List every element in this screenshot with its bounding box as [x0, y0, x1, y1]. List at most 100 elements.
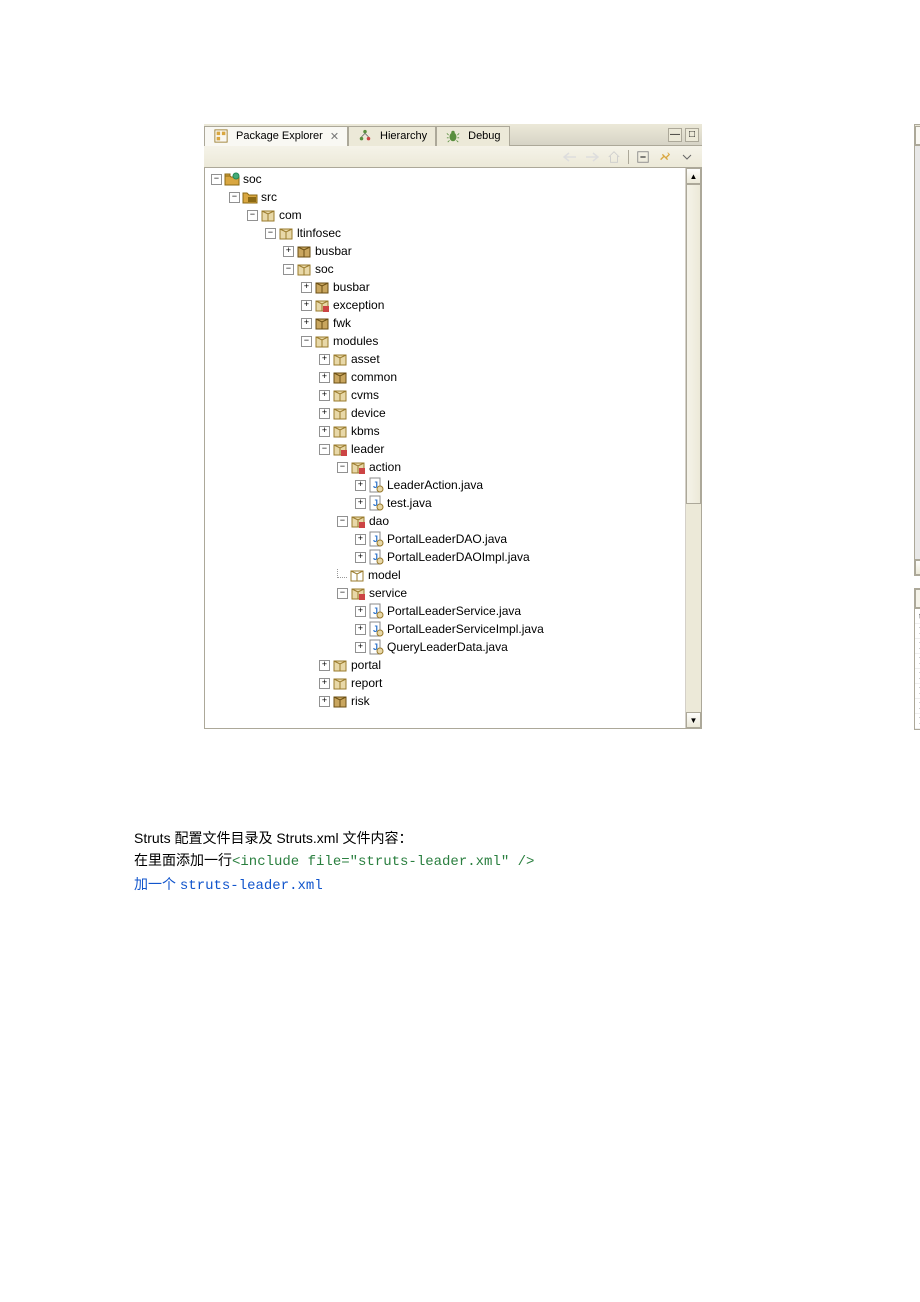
tree-node[interactable]: −ltinfosec: [205, 224, 685, 242]
back-button[interactable]: [560, 148, 580, 166]
expander-icon[interactable]: +: [301, 300, 312, 311]
minimize-button[interactable]: —: [668, 128, 682, 142]
tree-node[interactable]: +exception: [205, 296, 685, 314]
expander-icon[interactable]: +: [283, 246, 294, 257]
expander-icon[interactable]: +: [355, 498, 366, 509]
tab-debug[interactable]: Debug: [436, 126, 509, 146]
problems-content[interactable]: tomcat6ServeHibernatHibernatHibernatHibe…: [915, 609, 920, 729]
tree-node[interactable]: −modules: [205, 332, 685, 350]
expander-icon[interactable]: +: [355, 534, 366, 545]
expander-icon[interactable]: +: [319, 426, 330, 437]
expander-icon[interactable]: −: [229, 192, 240, 203]
tree-node[interactable]: +JPortalLeaderServiceImpl.java: [205, 620, 685, 638]
link-editor-button[interactable]: [655, 148, 675, 166]
tree-node[interactable]: +Jtest.java: [205, 494, 685, 512]
tree-node[interactable]: −soc: [205, 260, 685, 278]
tree-node[interactable]: +JLeaderAction.java: [205, 476, 685, 494]
tree-node[interactable]: +common: [205, 368, 685, 386]
horizontal-scrollbar[interactable]: ◀: [914, 560, 920, 576]
expander-icon[interactable]: +: [319, 372, 330, 383]
package-explorer-view: Package Explorer ✕ Hierarchy Debug — □: [204, 124, 702, 729]
editor-body[interactable]: ////////////////////////: [914, 146, 920, 560]
scroll-thumb[interactable]: [686, 184, 701, 504]
tree-node[interactable]: −service: [205, 584, 685, 602]
tree-node[interactable]: model: [205, 566, 685, 584]
expander-icon[interactable]: −: [301, 336, 312, 347]
problems-row[interactable]: Hibernat: [915, 699, 920, 714]
view-menu-button[interactable]: [677, 148, 697, 166]
tree-node[interactable]: +JPortalLeaderDAOImpl.java: [205, 548, 685, 566]
tree-node[interactable]: +cvms: [205, 386, 685, 404]
expander-icon[interactable]: +: [319, 408, 330, 419]
expander-icon[interactable]: +: [355, 552, 366, 563]
expander-icon[interactable]: +: [301, 282, 312, 293]
tree-node[interactable]: +report: [205, 674, 685, 692]
tab-package-explorer[interactable]: Package Explorer ✕: [204, 126, 348, 146]
expander-icon[interactable]: −: [283, 264, 294, 275]
expander-icon[interactable]: +: [319, 660, 330, 671]
problems-row[interactable]: Hibernat: [915, 654, 920, 669]
tree-node[interactable]: +JPortalLeaderDAO.java: [205, 530, 685, 548]
problems-row[interactable]: Hibernat: [915, 684, 920, 699]
expander-icon[interactable]: +: [355, 606, 366, 617]
tree-node[interactable]: −action: [205, 458, 685, 476]
maximize-button[interactable]: □: [685, 128, 699, 142]
problems-row[interactable]: Hibernat: [915, 624, 920, 639]
expander-icon[interactable]: −: [319, 444, 330, 455]
tree-node[interactable]: +asset: [205, 350, 685, 368]
expander-icon[interactable]: +: [355, 642, 366, 653]
home-button[interactable]: [604, 148, 624, 166]
scroll-down-button[interactable]: ▼: [686, 712, 701, 728]
tab-label: Package Explorer: [236, 130, 323, 142]
expander-icon[interactable]: +: [301, 318, 312, 329]
expander-icon[interactable]: −: [337, 462, 348, 473]
tree-node[interactable]: +fwk: [205, 314, 685, 332]
expander-icon[interactable]: +: [355, 480, 366, 491]
expander-icon[interactable]: +: [355, 624, 366, 635]
tree-node[interactable]: +JPortalLeaderService.java: [205, 602, 685, 620]
package-brown-icon: [332, 693, 348, 709]
tree-node[interactable]: − leader: [205, 440, 685, 458]
hierarchy-icon: [357, 128, 373, 144]
tree-body[interactable]: −soc−src−com−ltinfosec+busbar−soc+busbar…: [205, 168, 685, 728]
tree-node[interactable]: −dao: [205, 512, 685, 530]
expander-icon[interactable]: +: [319, 678, 330, 689]
expander-icon[interactable]: −: [265, 228, 276, 239]
scroll-track[interactable]: [686, 504, 701, 712]
expander-icon[interactable]: +: [319, 696, 330, 707]
editor-tab[interactable]: H index.ter: [915, 126, 920, 145]
tab-hierarchy[interactable]: Hierarchy: [348, 126, 436, 146]
tab-problems[interactable]: ! Problems: [915, 589, 920, 608]
expander-icon[interactable]: −: [247, 210, 258, 221]
scroll-left-button[interactable]: ◀: [915, 560, 920, 575]
expander-icon[interactable]: +: [319, 390, 330, 401]
problems-view: ! Problems tomcat6ServeHibernatHibernatH…: [914, 588, 920, 730]
tree-node[interactable]: +device: [205, 404, 685, 422]
problems-row[interactable]: Hibernat: [915, 714, 920, 729]
tree-node[interactable]: +risk: [205, 692, 685, 710]
expander-icon[interactable]: −: [337, 588, 348, 599]
tree-node[interactable]: +JQueryLeaderData.java: [205, 638, 685, 656]
problems-row[interactable]: tomcat6Serve: [915, 609, 920, 624]
scroll-up-button[interactable]: ▲: [686, 168, 701, 184]
tree-node[interactable]: +busbar: [205, 242, 685, 260]
problems-row[interactable]: Hibernat: [915, 639, 920, 654]
vertical-scrollbar[interactable]: ▲ ▼: [685, 168, 701, 728]
expander-icon[interactable]: −: [337, 516, 348, 527]
tree-node[interactable]: +portal: [205, 656, 685, 674]
expander-icon[interactable]: +: [319, 354, 330, 365]
forward-button[interactable]: [582, 148, 602, 166]
tree-label: leader: [351, 442, 384, 456]
expander-icon[interactable]: −: [211, 174, 222, 185]
collapse-all-button[interactable]: [633, 148, 653, 166]
close-icon[interactable]: ✕: [330, 130, 339, 143]
tree-node[interactable]: −src: [205, 188, 685, 206]
tree-node[interactable]: −soc: [205, 170, 685, 188]
problems-row[interactable]: Hibernat: [915, 669, 920, 684]
tree-node[interactable]: −com: [205, 206, 685, 224]
tab-label: Hierarchy: [380, 130, 427, 142]
package-red-icon: [350, 585, 366, 601]
tree-node[interactable]: +busbar: [205, 278, 685, 296]
tree-node[interactable]: +kbms: [205, 422, 685, 440]
package-brown-icon: [332, 369, 348, 385]
